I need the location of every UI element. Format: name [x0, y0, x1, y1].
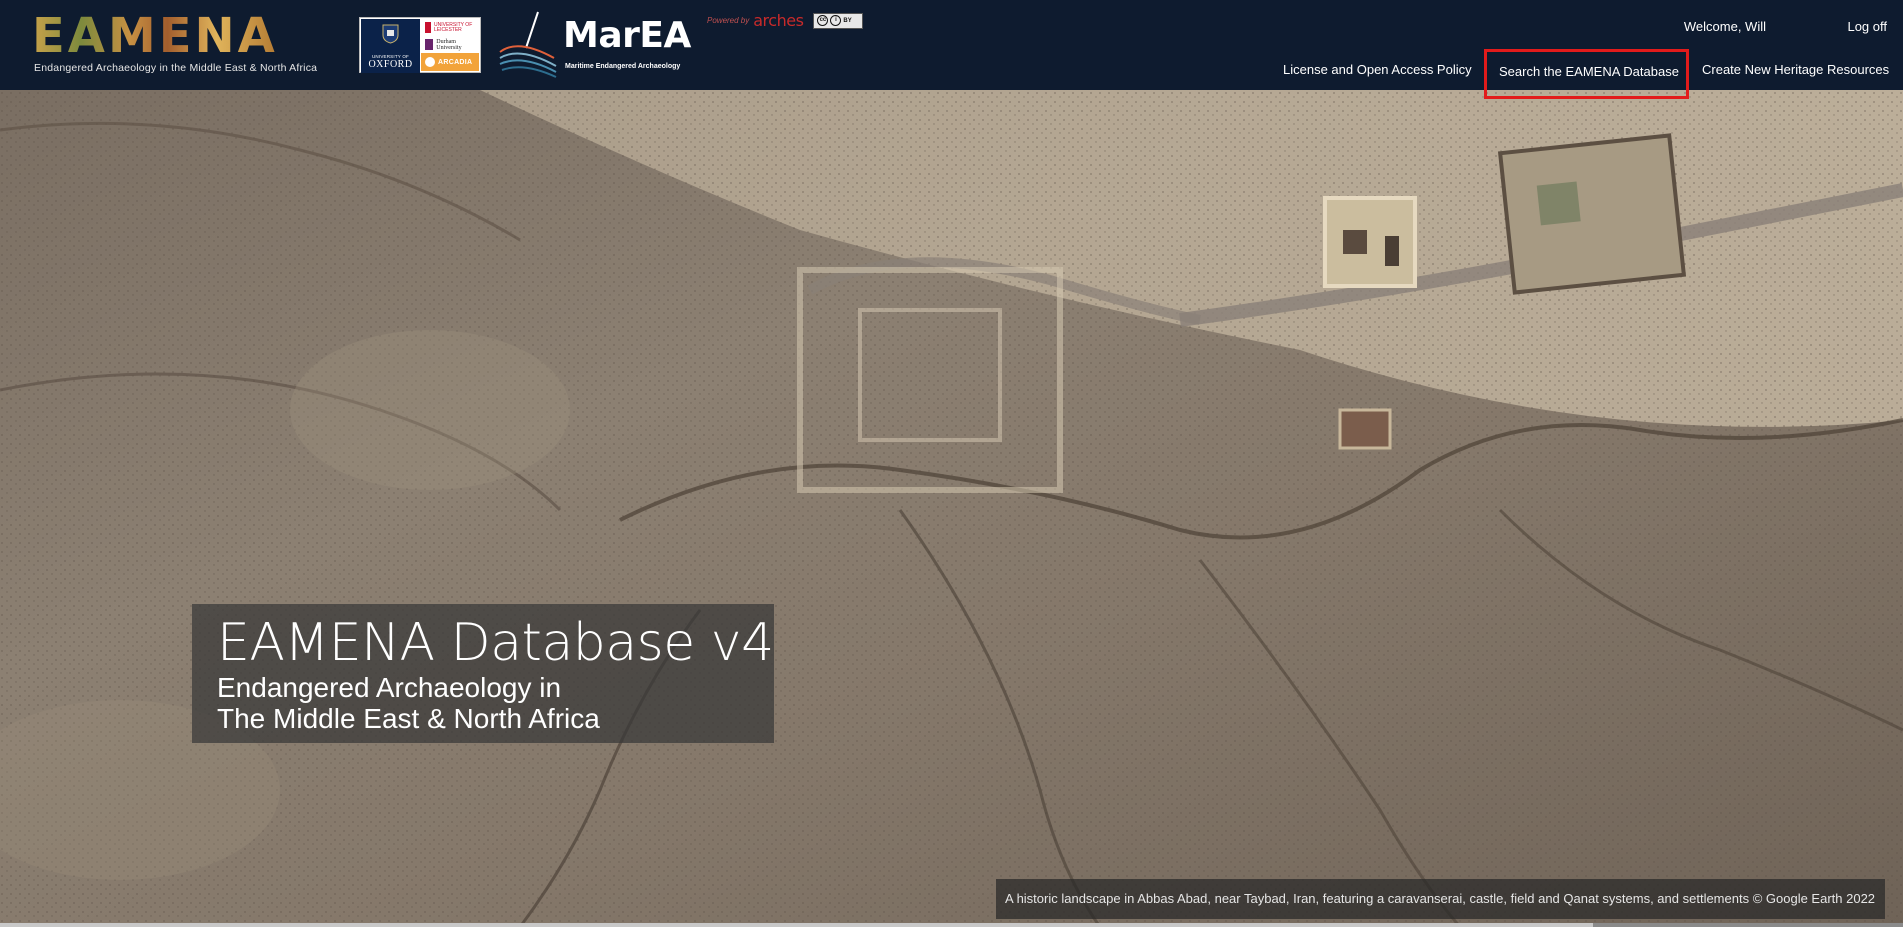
hero-subtitle-line1: Endangered Archaeology in: [217, 672, 562, 703]
oxford-logo: UNIVERSITY OF OXFORD: [361, 19, 420, 73]
site-header: EAMENA Endangered Archaeology in the Mid…: [0, 0, 1903, 99]
powered-by-arches[interactable]: Powered by arches cc i BY: [707, 11, 864, 30]
marea-wave-icon: [499, 11, 557, 78]
marea-tagline: Maritime Endangered Archaeology: [565, 63, 681, 70]
creative-commons-icon[interactable]: cc i BY: [813, 12, 864, 29]
partner-universities-logo[interactable]: UNIVERSITY OF OXFORD UNIVERSITY OF LEICE…: [359, 17, 481, 73]
arcadia-icon: [425, 57, 435, 67]
oxford-crest-icon: [382, 24, 399, 44]
nav-license-link[interactable]: License and Open Access Policy: [1283, 50, 1472, 90]
hero-title: EAMENA Database v4: [217, 613, 774, 673]
durham-logo: Durham University: [421, 36, 479, 53]
image-caption: A historic landscape in Abbas Abad, near…: [996, 879, 1885, 919]
cc-label: BY: [843, 17, 852, 24]
arcadia-logo: ARCADIA: [421, 53, 479, 71]
welcome-message: Welcome, Will: [1683, 19, 1766, 34]
nav-search-database-link[interactable]: Search the EAMENA Database: [1484, 49, 1689, 99]
cc-circle-icon: cc: [817, 15, 829, 26]
arcadia-text: ARCADIA: [438, 58, 473, 66]
marea-logo-text: MarEA: [563, 15, 691, 56]
hero-title-box: EAMENA Database v4 Endangered Archaeolog…: [192, 604, 774, 743]
powered-by-label: Powered by: [707, 16, 750, 25]
eamena-logo-text: EAMENA: [32, 8, 278, 64]
leicester-logo: UNIVERSITY OF LEICESTER: [421, 19, 479, 36]
hero-satellite-image: EAMENA Database v4 Endangered Archaeolog…: [0, 90, 1903, 927]
durham-text: Durham University: [436, 38, 462, 51]
oxford-big-text: OXFORD: [368, 59, 413, 70]
hero-subtitle-line2: The Middle East & North Africa: [217, 703, 600, 734]
horizontal-scrollbar[interactable]: [0, 923, 1903, 927]
arches-logo-text: arches: [753, 11, 804, 30]
cc-by-icon: i: [830, 15, 842, 26]
leicester-text: UNIVERSITY OF LEICESTER: [434, 21, 473, 33]
eamena-tagline: Endangered Archaeology in the Middle Eas…: [34, 62, 318, 74]
nav-create-resources-link[interactable]: Create New Heritage Resources: [1702, 50, 1889, 90]
eamena-logo[interactable]: EAMENA Endangered Archaeology in the Mid…: [32, 8, 350, 76]
durham-shield-icon: [425, 39, 434, 50]
marea-logo[interactable]: MarEA Maritime Endangered Archaeology: [498, 8, 698, 78]
satellite-landscape: [0, 90, 1903, 927]
logoff-link[interactable]: Log off: [1847, 19, 1887, 34]
scrollbar-thumb[interactable]: [0, 923, 1593, 927]
leicester-shield-icon: [425, 22, 431, 33]
